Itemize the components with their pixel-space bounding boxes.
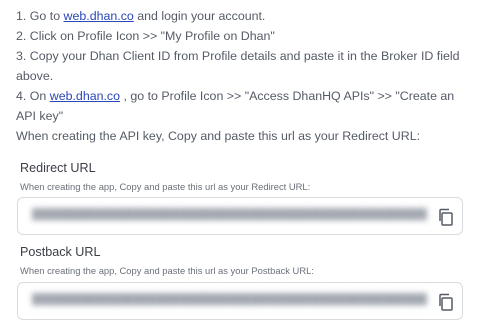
redirect-url-label: Redirect URL [20, 161, 96, 175]
step-1-prefix: 1. Go to [16, 9, 64, 23]
step-1: 1. Go to web.dhan.co and login your acco… [16, 6, 476, 26]
instructions: 1. Go to web.dhan.co and login your acco… [16, 6, 476, 146]
step-3: 3. Copy your Dhan Client ID from Profile… [16, 49, 460, 83]
redirect-url-help: When creating the app, Copy and paste th… [20, 181, 311, 192]
postback-url-help: When creating the app, Copy and paste th… [20, 265, 314, 276]
dhan-web-link-2[interactable]: web.dhan.co [50, 89, 120, 103]
redirect-note: When creating the API key, Copy and past… [16, 129, 421, 143]
step-4-prefix: 4. On [16, 89, 50, 103]
postback-url-label: Postback URL [20, 245, 101, 259]
copy-icon[interactable] [436, 207, 456, 227]
redirect-url-value-redacted: ████████████████████████████████████████… [32, 208, 427, 220]
postback-url-value-redacted: ████████████████████████████████████████… [32, 293, 427, 305]
step-4: 4. On web.dhan.co , go to Profile Icon >… [16, 86, 476, 126]
step-1-suffix: and login your account. [133, 9, 266, 23]
copy-icon[interactable] [436, 292, 456, 312]
postback-url-field[interactable]: ████████████████████████████████████████… [17, 282, 463, 320]
step-2: 2. Click on Profile Icon >> "My Profile … [16, 29, 275, 43]
redirect-url-field[interactable]: ████████████████████████████████████████… [17, 197, 463, 235]
dhan-web-link[interactable]: web.dhan.co [64, 9, 134, 23]
